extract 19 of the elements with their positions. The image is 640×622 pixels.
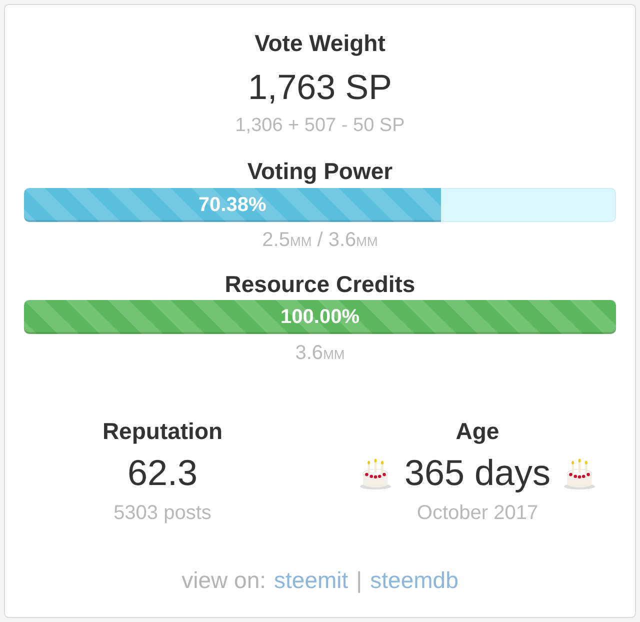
mana-reading: 2.5MM / 3.6MM: [262, 228, 378, 253]
view-on-label: view on:: [182, 567, 266, 593]
vote-weight-value: 1,763 SP: [248, 67, 392, 109]
stat-title: Reputation: [102, 417, 223, 445]
link-separator: |: [356, 567, 362, 593]
stat-note: 5303 posts: [114, 501, 212, 525]
meter-title: Voting Power: [247, 157, 393, 185]
vote-weight-title: Vote Weight: [254, 29, 386, 57]
meter-title: Resource Credits: [224, 270, 416, 298]
stat-value: 365 days: [404, 452, 551, 494]
stat-note: October 2017: [416, 501, 538, 525]
progress-label: 70.38%: [198, 193, 266, 217]
site-link[interactable]: steemdb: [370, 567, 458, 593]
vote-weight-breakdown: 1,306 + 507 - 50 SP: [235, 114, 405, 138]
site-link[interactable]: steemit: [274, 567, 348, 593]
progress-label: 100.00%: [280, 305, 360, 329]
mana-reading: 3.6MM: [295, 341, 345, 366]
stat-value: 62.3: [127, 452, 198, 494]
stat-title: Age: [456, 417, 500, 445]
